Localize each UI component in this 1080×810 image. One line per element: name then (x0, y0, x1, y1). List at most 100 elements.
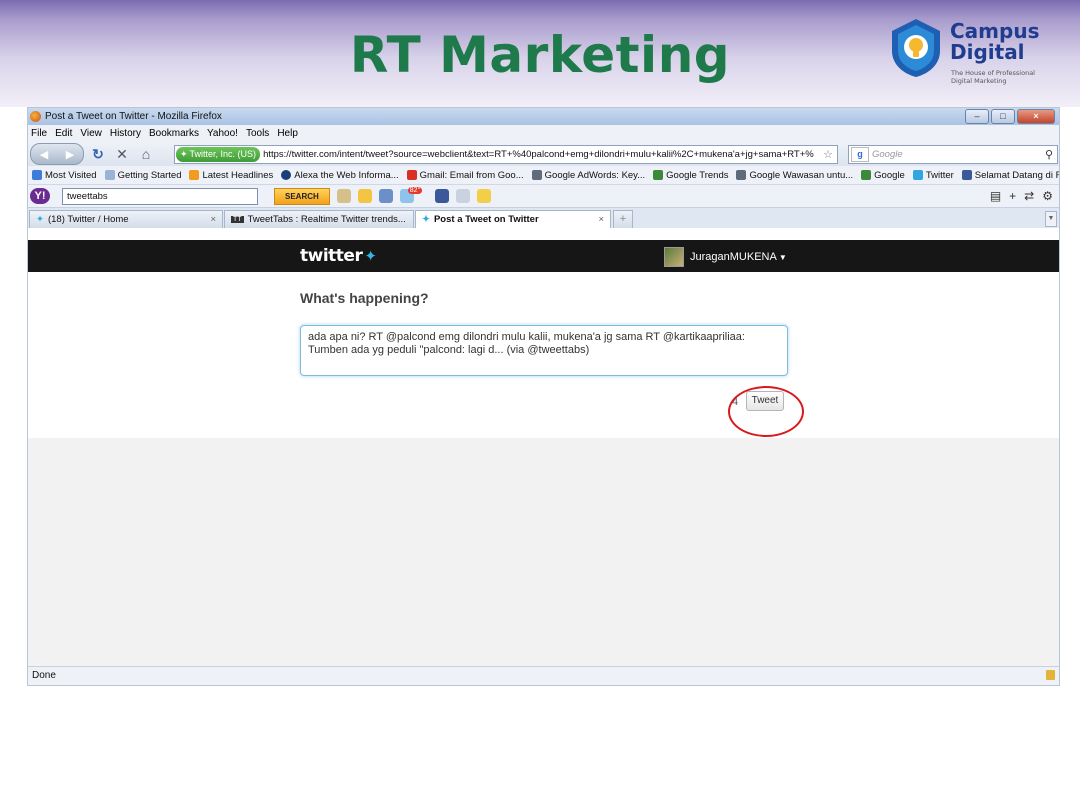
bookmark-label: Google Wawasan untu... (749, 169, 854, 181)
toolbar-menu-icon[interactable] (456, 189, 471, 203)
bookmark-google[interactable]: Google (861, 170, 905, 181)
tab-label: Post a Tweet on Twitter (433, 214, 539, 225)
bookmark-twitter[interactable]: Twitter (912, 169, 954, 181)
tab-tweettabs[interactable]: TT TweetTabs : Realtime Twitter trends..… (224, 210, 414, 228)
twitter-topbar: twitter ✦ JuraganMUKENA ▼ (28, 240, 1059, 272)
tab-close-icon[interactable]: × (202, 214, 216, 225)
bookmark-label: Gmail: Email from Goo... (419, 169, 524, 181)
tab-post-tweet[interactable]: ✦ Post a Tweet on Twitter × (415, 210, 611, 228)
twitter-bird-icon: ✦ (422, 214, 430, 225)
yahoo-search-input[interactable]: tweettabs (62, 187, 258, 205)
tab-close-icon[interactable]: × (590, 214, 604, 225)
search-bar[interactable]: g Google ⚲ (848, 145, 1058, 164)
bookmark-label: Most Visited (45, 169, 97, 181)
window-title: Post a Tweet on Twitter - Mozilla Firefo… (45, 111, 222, 122)
bookmark-adwords[interactable]: Google AdWords: Key... (531, 169, 646, 181)
bookmark-label: Google Trends (666, 169, 729, 181)
reload-icon[interactable]: ↻ (88, 146, 108, 163)
twitter-bird-icon: ✦ (36, 214, 44, 225)
google-icon[interactable]: g (851, 147, 869, 162)
menu-tools[interactable]: Tools (246, 128, 269, 139)
menu-bookmarks[interactable]: Bookmarks (149, 128, 199, 139)
gear-icon[interactable]: ⚙ (1042, 189, 1053, 203)
menu-edit[interactable]: Edit (55, 128, 72, 139)
page-footer-area (28, 438, 1059, 667)
menu-file[interactable]: File (31, 128, 47, 139)
bookmark-gmail[interactable]: Gmail: Email from Goo... (406, 169, 524, 181)
menu-history[interactable]: History (110, 128, 141, 139)
back-forward-buttons[interactable]: ◀ ▶ (30, 143, 84, 165)
yahoo-toolbar: Y! tweettabs SEARCH 82° ▤ + ⇄ ⚙ (28, 185, 1059, 208)
twitter-logo-text: twitter (300, 246, 363, 266)
yahoo-logo-icon[interactable]: Y! (30, 188, 50, 204)
bookmark-label: Google (874, 169, 905, 181)
forward-arrow-icon[interactable]: ▶ (66, 148, 74, 161)
menu-yahoo[interactable]: Yahoo! (207, 128, 238, 139)
bookmark-label: Alexa the Web Informa... (294, 169, 399, 181)
bookmark-label: Getting Started (117, 169, 182, 181)
toolbar-right-controls: ▤ + ⇄ ⚙ (990, 189, 1053, 203)
status-text: Done (32, 670, 56, 681)
bookmark-alexa[interactable]: Alexa the Web Informa... (281, 169, 399, 181)
new-tab-button[interactable]: + (613, 210, 633, 228)
user-menu-label: JuraganMUKENA ▼ (690, 251, 787, 263)
bookmark-label: Google AdWords: Key... (544, 169, 646, 181)
gmail-icon (406, 170, 417, 180)
twitter-logo[interactable]: twitter ✦ (300, 246, 377, 266)
search-icon[interactable]: ⚲ (1045, 148, 1053, 161)
slide-header: RT Marketing Campus Digital The House of… (0, 0, 1080, 107)
address-bar[interactable]: ✦ Twitter, Inc. (US) https://twitter.com… (174, 145, 838, 164)
back-arrow-icon[interactable]: ◀ (40, 148, 48, 161)
bookmark-label: Twitter (925, 169, 954, 181)
bookmark-most-visited[interactable]: Most Visited (32, 170, 97, 181)
bookmark-google-trends[interactable]: Google Trends (653, 170, 728, 181)
pencil-icon[interactable] (336, 189, 351, 203)
swap-icon[interactable]: ⇄ (1024, 189, 1034, 203)
news-icon[interactable] (477, 189, 492, 203)
shield-logo-icon (892, 19, 940, 77)
facebook-icon[interactable] (435, 189, 450, 203)
site-identity-badge[interactable]: ✦ Twitter, Inc. (US) (176, 147, 261, 162)
bookmark-latest-headlines[interactable]: Latest Headlines (189, 170, 273, 181)
avatar (664, 247, 684, 267)
add-icon[interactable]: + (1009, 189, 1016, 203)
bookmark-star-icon[interactable]: ☆ (819, 148, 837, 161)
menu-view[interactable]: View (80, 128, 102, 139)
messenger-icon[interactable] (357, 189, 372, 203)
url-text[interactable]: https://twitter.com/intent/tweet?source=… (263, 149, 814, 160)
bookmark-google-wawasan[interactable]: Google Wawasan untu... (736, 170, 853, 181)
tab-close-icon[interactable]: × (406, 214, 413, 225)
tab-strip: ✦ (18) Twitter / Home × TT TweetTabs : R… (28, 208, 1059, 228)
list-all-tabs-icon[interactable]: ▼ (1045, 211, 1057, 227)
bookmark-label: Selamat Datang di Fac... (974, 169, 1059, 181)
minimize-button[interactable]: – (965, 109, 989, 124)
page-content: twitter ✦ JuraganMUKENA ▼ What's happeni… (28, 240, 1059, 667)
bookmark-facebook[interactable]: Selamat Datang di Fac... (961, 169, 1059, 181)
mail-icon[interactable] (378, 189, 393, 203)
tab-twitter-home[interactable]: ✦ (18) Twitter / Home × (29, 210, 223, 228)
rss-icon (189, 170, 200, 180)
close-window-button[interactable]: × (1017, 109, 1055, 124)
campus-digital-logo: Campus Digital The House of Professional… (888, 17, 1048, 93)
username: JuraganMUKENA (690, 251, 777, 263)
page-settings-icon[interactable]: ▤ (990, 189, 1001, 203)
user-menu[interactable]: JuraganMUKENA ▼ (664, 247, 787, 267)
site-identity-label: Twitter, Inc. (US) (189, 149, 257, 159)
bookmark-getting-started[interactable]: Getting Started (104, 169, 182, 181)
tweettabs-icon: TT (231, 216, 244, 223)
google-trends-icon (653, 170, 664, 180)
tab-label: TweetTabs : Realtime Twitter trends... (247, 214, 406, 225)
status-bar: Done (28, 666, 1059, 685)
logo-tagline: The House of Professional Digital Market… (951, 69, 1035, 85)
twitter-bird-icon: ✦ (180, 149, 188, 159)
menu-help[interactable]: Help (277, 128, 298, 139)
maximize-button[interactable]: □ (991, 109, 1015, 124)
tweet-compose: What's happening? ada apa ni? RT @palcon… (300, 290, 788, 411)
tweet-textarea[interactable]: ada apa ni? RT @palcond emg dilondri mul… (300, 325, 788, 376)
yahoo-search-button[interactable]: SEARCH (274, 187, 330, 205)
most-visited-icon (32, 170, 42, 180)
stop-icon[interactable]: ✕ (112, 146, 132, 163)
logo-name-line2: Digital (950, 40, 1025, 64)
home-icon[interactable]: ⌂ (136, 146, 156, 162)
facebook-icon (961, 170, 972, 180)
